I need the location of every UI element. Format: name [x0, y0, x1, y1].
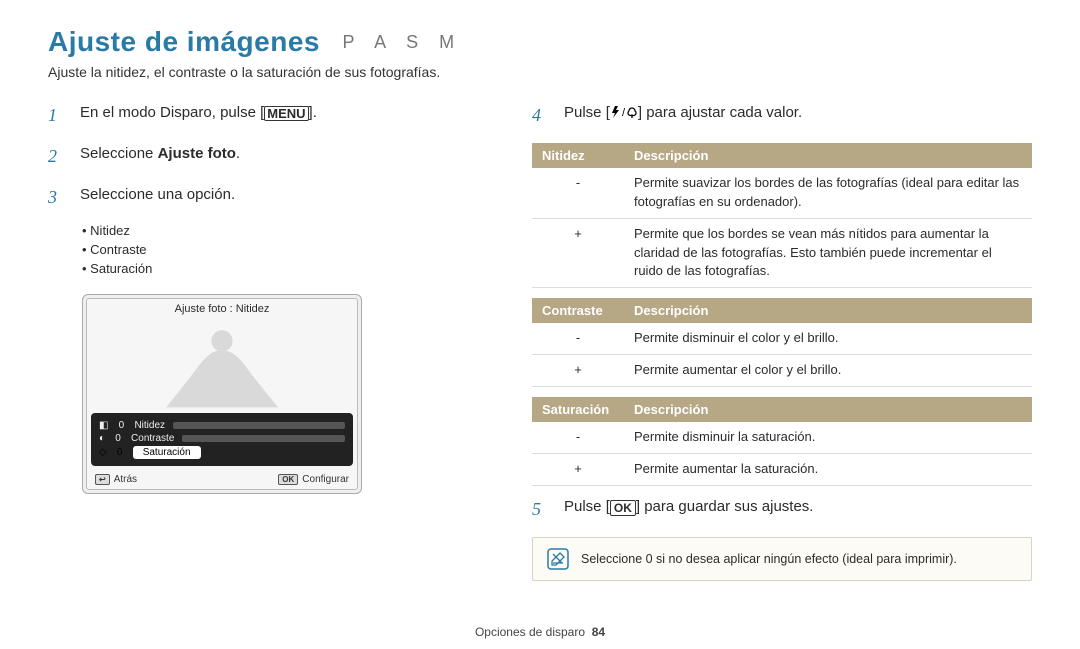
- bullet-item: Saturación: [82, 259, 478, 278]
- table-row: -Permite disminuir el color y el brillo.: [532, 323, 1032, 354]
- ctrl-row-nitidez: ◧ 0 Nitidez: [99, 419, 345, 432]
- right-column: 4 Pulse [/] para ajustar cada valor. Nit…: [532, 102, 1032, 581]
- bullet-item: Nitidez: [82, 221, 478, 240]
- table-row: +Permite aumentar el color y el brillo.: [532, 355, 1032, 387]
- table-row: +Permite que los bordes se vean más níti…: [532, 218, 1032, 288]
- step-1-text-b: ].: [309, 104, 317, 121]
- note-text: Seleccione 0 si no desea aplicar ningún …: [581, 552, 957, 566]
- ctrl-row-saturacion: ◇ 0 Saturación: [99, 445, 345, 460]
- sharpness-bar: [173, 422, 345, 429]
- th-desc: Descripción: [624, 143, 1032, 168]
- camera-title: Ajuste foto : Nitidez: [87, 299, 357, 319]
- step-2-text-a: Seleccione: [80, 145, 158, 162]
- bullet-item: Contraste: [82, 240, 478, 259]
- note-box: Seleccione 0 si no desea aplicar ningún …: [532, 537, 1032, 581]
- step-4-text-b: ] para ajustar cada valor.: [638, 104, 802, 121]
- footer-page-number: 84: [592, 625, 605, 639]
- footer-section: Opciones de disparo: [475, 625, 585, 639]
- camera-footer: ↩ Atrás OK Configurar: [87, 470, 357, 489]
- step-4: 4 Pulse [/] para ajustar cada valor.: [532, 102, 1032, 129]
- th-desc: Descripción: [624, 397, 1032, 422]
- th-nitidez: Nitidez: [532, 143, 624, 168]
- contrast-value: 0: [113, 433, 123, 444]
- table-row: -Permite disminuir la saturación.: [532, 422, 1032, 453]
- table-contraste: ContrasteDescripción -Permite disminuir …: [532, 298, 1032, 387]
- step-3-text: Seleccione una opción.: [80, 184, 235, 211]
- step-1: 1 En el modo Disparo, pulse [MENU].: [48, 102, 478, 129]
- saturation-value: 0: [115, 447, 125, 458]
- camera-preview-silhouette: [87, 319, 357, 409]
- page-subtitle: Ajuste la nitidez, el contraste o la sat…: [48, 64, 1032, 80]
- table-row: -Permite suavizar los bordes de las foto…: [532, 168, 1032, 218]
- note-icon: [547, 548, 569, 570]
- contrast-label: Contraste: [131, 433, 174, 444]
- option-bullets: Nitidez Contraste Saturación: [48, 221, 478, 278]
- contrast-bar: [182, 435, 345, 442]
- ok-key-icon: OK: [278, 474, 298, 485]
- contrast-icon: ◐: [99, 433, 105, 444]
- sharpness-value: 0: [116, 420, 126, 431]
- step-3: 3 Seleccione una opción.: [48, 184, 478, 211]
- mode-letters: P A S M: [342, 32, 462, 52]
- step-4-text-a: Pulse [: [564, 104, 610, 121]
- back-key-icon: ↩: [95, 474, 110, 485]
- ok-icon: OK: [610, 500, 636, 516]
- sharpness-label: Nitidez: [134, 420, 165, 431]
- ok-label: Configurar: [302, 474, 349, 485]
- flash-macro-icon: /: [610, 105, 638, 119]
- ctrl-row-contraste: ◐ 0 Contraste: [99, 432, 345, 445]
- page-header: Ajuste de imágenes P A S M: [48, 26, 1032, 58]
- svg-text:/: /: [622, 107, 626, 119]
- sharpness-icon: ◧: [99, 420, 108, 431]
- th-contraste: Contraste: [532, 298, 624, 323]
- page-footer: Opciones de disparo 84: [48, 625, 1032, 639]
- step-2: 2 Seleccione Ajuste foto.: [48, 143, 478, 170]
- saturation-label: Saturación: [133, 446, 201, 459]
- table-saturacion: SaturaciónDescripción -Permite disminuir…: [532, 397, 1032, 486]
- step-1-text-a: En el modo Disparo, pulse [: [80, 104, 264, 121]
- step-5: 5 Pulse [OK] para guardar sus ajustes.: [532, 496, 1032, 523]
- silhouette-icon: [87, 319, 357, 409]
- step-2-bold: Ajuste foto: [158, 145, 236, 162]
- th-desc: Descripción: [624, 298, 1032, 323]
- step-5-text-b: ] para guardar sus ajustes.: [636, 498, 814, 515]
- camera-controls: ◧ 0 Nitidez ◐ 0 Contraste ◇: [91, 413, 353, 466]
- step-5-text-a: Pulse [: [564, 498, 610, 515]
- left-column: 1 En el modo Disparo, pulse [MENU]. 2 Se…: [48, 102, 478, 581]
- table-row: +Permite aumentar la saturación.: [532, 453, 1032, 485]
- th-saturacion: Saturación: [532, 397, 624, 422]
- back-label: Atrás: [114, 474, 137, 485]
- menu-icon: MENU: [264, 106, 308, 121]
- camera-preview-frame: Ajuste foto : Nitidez ◧ 0 Nitidez: [82, 294, 362, 494]
- step-2-text-c: .: [236, 145, 240, 162]
- page-title: Ajuste de imágenes: [48, 26, 320, 58]
- saturation-icon: ◇: [99, 447, 107, 458]
- table-nitidez: NitidezDescripción -Permite suavizar los…: [532, 143, 1032, 288]
